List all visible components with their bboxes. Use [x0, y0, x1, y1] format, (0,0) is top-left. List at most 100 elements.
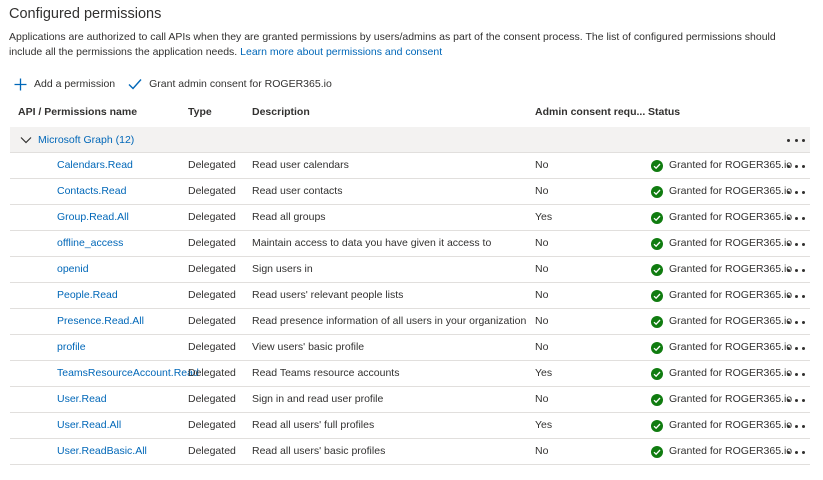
status-text: Granted for ROGER365.io	[669, 393, 793, 405]
permission-type: Delegated	[188, 289, 236, 301]
admin-consent-required: No	[535, 237, 549, 249]
status-badge: Granted for ROGER365.io	[651, 231, 792, 256]
group-label: Microsoft Graph (12)	[38, 133, 135, 146]
permission-name-link[interactable]: Group.Read.All	[57, 205, 129, 230]
more-icon[interactable]	[787, 368, 805, 380]
permission-name-link[interactable]: TeamsResourceAccount.Read	[57, 361, 199, 386]
permission-name-link[interactable]: offline_access	[57, 231, 123, 256]
status-text: Granted for ROGER365.io	[669, 237, 793, 249]
more-icon[interactable]	[787, 264, 805, 276]
table-row: Contacts.Read Delegated Read user contac…	[10, 179, 810, 205]
permission-description: Read presence information of all users i…	[252, 315, 527, 327]
permission-type: Delegated	[188, 341, 236, 353]
more-icon[interactable]	[787, 420, 805, 432]
permission-type: Delegated	[188, 159, 236, 171]
more-icon[interactable]	[787, 160, 805, 172]
admin-consent-required: Yes	[535, 211, 553, 223]
status-text: Granted for ROGER365.io	[669, 315, 793, 327]
permission-name-link[interactable]: User.ReadBasic.All	[57, 439, 147, 464]
permission-description: Sign in and read user profile	[252, 393, 384, 405]
group-row-microsoft-graph: Microsoft Graph (12)	[10, 127, 810, 153]
status-badge: Granted for ROGER365.io	[651, 205, 792, 230]
group-toggle[interactable]: Microsoft Graph (12)	[20, 127, 134, 152]
more-icon[interactable]	[787, 316, 805, 328]
permission-description: Read user contacts	[252, 185, 343, 197]
permission-description: Read user calendars	[252, 159, 349, 171]
more-icon[interactable]	[787, 238, 805, 250]
permission-name-link[interactable]: Contacts.Read	[57, 179, 126, 204]
status-badge: Granted for ROGER365.io	[651, 439, 792, 464]
permission-type: Delegated	[188, 419, 236, 431]
toolbar: Add a permission Grant admin consent for…	[14, 76, 332, 92]
learn-more-link[interactable]: Learn more about permissions and consent	[240, 46, 442, 58]
admin-consent-required: No	[535, 445, 549, 457]
column-header-status[interactable]: Status	[648, 106, 680, 118]
more-icon[interactable]	[787, 446, 805, 458]
table-row: offline_access Delegated Maintain access…	[10, 231, 810, 257]
admin-consent-required: No	[535, 185, 549, 197]
permission-description: Read users' relevant people lists	[252, 289, 404, 301]
grant-admin-consent-button[interactable]: Grant admin consent for ROGER365.io	[128, 78, 332, 90]
more-icon[interactable]	[787, 394, 805, 406]
column-header-description[interactable]: Description	[252, 106, 310, 118]
permission-name-link[interactable]: openid	[57, 257, 89, 282]
check-circle-icon	[651, 367, 663, 380]
column-header-admin-consent[interactable]: Admin consent requ...	[535, 106, 645, 118]
more-icon[interactable]	[787, 212, 805, 224]
add-permission-label: Add a permission	[34, 78, 116, 90]
admin-consent-required: No	[535, 289, 549, 301]
permission-type: Delegated	[188, 185, 236, 197]
check-circle-icon	[651, 315, 663, 328]
permission-name-link[interactable]: User.Read	[57, 387, 107, 412]
status-badge: Granted for ROGER365.io	[651, 309, 792, 334]
admin-consent-required: No	[535, 393, 549, 405]
check-circle-icon	[651, 341, 663, 354]
column-header-permission[interactable]: API / Permissions name	[18, 106, 137, 118]
check-circle-icon	[651, 211, 663, 224]
permission-name-link[interactable]: Presence.Read.All	[57, 309, 144, 334]
permission-type: Delegated	[188, 393, 236, 405]
permission-type: Delegated	[188, 315, 236, 327]
column-header-type[interactable]: Type	[188, 106, 212, 118]
permission-description: Sign users in	[252, 263, 313, 275]
admin-consent-required: No	[535, 341, 549, 353]
status-badge: Granted for ROGER365.io	[651, 179, 792, 204]
table-row: User.Read.All Delegated Read all users' …	[10, 413, 810, 439]
status-text: Granted for ROGER365.io	[669, 445, 793, 457]
permission-type: Delegated	[188, 211, 236, 223]
more-icon[interactable]	[787, 186, 805, 198]
checkmark-icon	[128, 79, 142, 90]
status-badge: Granted for ROGER365.io	[651, 361, 792, 386]
status-badge: Granted for ROGER365.io	[651, 335, 792, 360]
add-permission-button[interactable]: Add a permission	[14, 78, 115, 91]
table-row: People.Read Delegated Read users' releva…	[10, 283, 810, 309]
table-row: User.Read Delegated Sign in and read use…	[10, 387, 810, 413]
status-text: Granted for ROGER365.io	[669, 185, 793, 197]
plus-icon	[14, 78, 27, 90]
table-row: TeamsResourceAccount.Read Delegated Read…	[10, 361, 810, 387]
check-circle-icon	[651, 393, 663, 406]
more-icon[interactable]	[787, 342, 805, 354]
table-row: Group.Read.All Delegated Read all groups…	[10, 205, 810, 231]
permission-name-link[interactable]: People.Read	[57, 283, 118, 308]
permission-type: Delegated	[188, 367, 236, 379]
status-text: Granted for ROGER365.io	[669, 289, 793, 301]
permission-description: Read Teams resource accounts	[252, 367, 400, 379]
page-title: Configured permissions	[9, 6, 162, 22]
check-circle-icon	[651, 445, 663, 458]
permission-description: Read all users' basic profiles	[252, 445, 386, 457]
permission-type: Delegated	[188, 263, 236, 275]
permission-type: Delegated	[188, 445, 236, 457]
permission-name-link[interactable]: Calendars.Read	[57, 153, 133, 178]
check-circle-icon	[651, 185, 663, 198]
check-circle-icon	[651, 159, 663, 172]
more-icon[interactable]	[787, 134, 805, 146]
permission-description: Read all groups	[252, 211, 326, 223]
permission-description: Maintain access to data you have given i…	[252, 237, 492, 249]
permission-name-link[interactable]: profile	[57, 335, 86, 360]
page-description: Applications are authorized to call APIs…	[9, 30, 809, 60]
check-circle-icon	[651, 419, 663, 432]
table-row: User.ReadBasic.All Delegated Read all us…	[10, 439, 810, 465]
permission-name-link[interactable]: User.Read.All	[57, 413, 121, 438]
more-icon[interactable]	[787, 290, 805, 302]
